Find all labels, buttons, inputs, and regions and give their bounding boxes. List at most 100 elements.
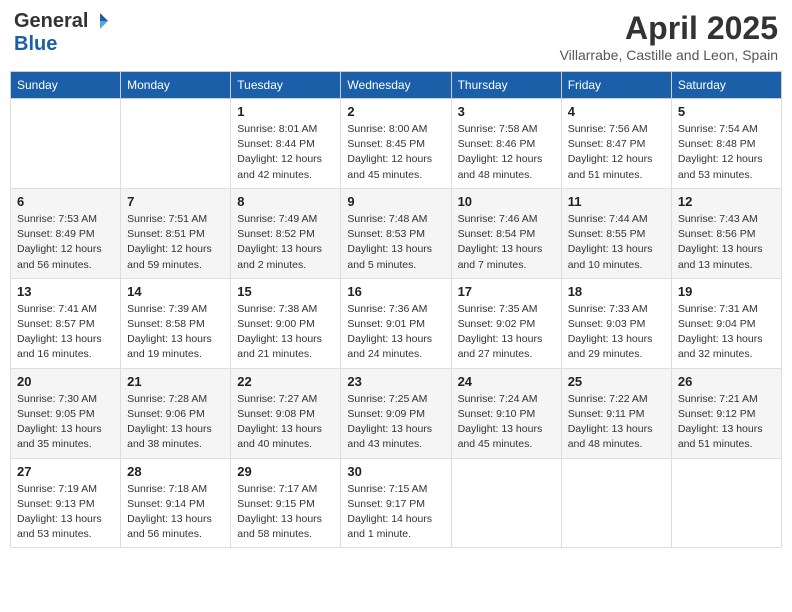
title-area: April 2025 Villarrabe, Castille and Leon… [560, 10, 778, 63]
day-number: 25 [568, 374, 665, 389]
day-info: Sunrise: 7:30 AMSunset: 9:05 PMDaylight:… [17, 392, 114, 453]
logo-icon [90, 11, 110, 31]
day-number: 29 [237, 464, 334, 479]
day-info: Sunrise: 7:51 AMSunset: 8:51 PMDaylight:… [127, 212, 224, 273]
day-number: 3 [458, 104, 555, 119]
day-info: Sunrise: 7:53 AMSunset: 8:49 PMDaylight:… [17, 212, 114, 273]
day-cell [451, 458, 561, 548]
day-cell: 5Sunrise: 7:54 AMSunset: 8:48 PMDaylight… [671, 99, 781, 189]
week-row-5: 27 Sunrise: 7:19 AMSunset: 9:13 PMDayligh… [11, 458, 782, 548]
day-cell: 18Sunrise: 7:33 AMSunset: 9:03 PMDayligh… [561, 278, 671, 368]
weekday-header-row: SundayMondayTuesdayWednesdayThursdayFrid… [11, 72, 782, 99]
day-info: Sunrise: 7:19 AMSunset: 9:13 PMDaylight:… [17, 482, 114, 543]
week-row-2: 6 Sunrise: 7:53 AMSunset: 8:49 PMDaylight… [11, 188, 782, 278]
header: General Blue April 2025 Villarrabe, Cast… [10, 10, 782, 63]
day-number: 21 [127, 374, 224, 389]
day-cell: 13 Sunrise: 7:41 AMSunset: 8:57 PMDayligh… [11, 278, 121, 368]
day-number: 22 [237, 374, 334, 389]
week-row-1: 1 Sunrise: 8:01 AMSunset: 8:44 PMDaylight… [11, 99, 782, 189]
day-info: Sunrise: 7:38 AMSunset: 9:00 PMDaylight:… [237, 302, 334, 363]
month-title: April 2025 [560, 10, 778, 47]
weekday-header-saturday: Saturday [671, 72, 781, 99]
day-info: Sunrise: 7:41 AMSunset: 8:57 PMDaylight:… [17, 302, 114, 363]
day-cell: 24 Sunrise: 7:24 AMSunset: 9:10 PMDayligh… [451, 368, 561, 458]
weekday-header-tuesday: Tuesday [231, 72, 341, 99]
day-cell: 14Sunrise: 7:39 AMSunset: 8:58 PMDayligh… [121, 278, 231, 368]
weekday-header-thursday: Thursday [451, 72, 561, 99]
day-info: Sunrise: 7:31 AMSunset: 9:04 PMDaylight:… [678, 302, 775, 363]
day-cell: 11 Sunrise: 7:44 AMSunset: 8:55 PMDayligh… [561, 188, 671, 278]
day-cell: 22Sunrise: 7:27 AMSunset: 9:08 PMDayligh… [231, 368, 341, 458]
day-cell: 29 Sunrise: 7:17 AMSunset: 9:15 PMDayligh… [231, 458, 341, 548]
day-number: 13 [17, 284, 114, 299]
day-cell: 10 Sunrise: 7:46 AMSunset: 8:54 PMDayligh… [451, 188, 561, 278]
week-row-3: 13 Sunrise: 7:41 AMSunset: 8:57 PMDayligh… [11, 278, 782, 368]
day-number: 11 [568, 194, 665, 209]
day-number: 1 [237, 104, 334, 119]
day-cell: 30 Sunrise: 7:15 AMSunset: 9:17 PMDayligh… [341, 458, 451, 548]
day-number: 16 [347, 284, 444, 299]
day-info: Sunrise: 7:54 AMSunset: 8:48 PMDaylight:… [678, 122, 775, 183]
day-number: 23 [347, 374, 444, 389]
day-cell [11, 99, 121, 189]
day-number: 14 [127, 284, 224, 299]
weekday-header-wednesday: Wednesday [341, 72, 451, 99]
day-info: Sunrise: 7:24 AMSunset: 9:10 PMDaylight:… [458, 392, 555, 453]
day-number: 26 [678, 374, 775, 389]
logo-blue: Blue [14, 33, 57, 56]
day-info: Sunrise: 7:58 AMSunset: 8:46 PMDaylight:… [458, 122, 555, 183]
day-cell: 23Sunrise: 7:25 AMSunset: 9:09 PMDayligh… [341, 368, 451, 458]
day-info: Sunrise: 8:00 AMSunset: 8:45 PMDaylight:… [347, 122, 444, 183]
day-cell: 28 Sunrise: 7:18 AMSunset: 9:14 PMDayligh… [121, 458, 231, 548]
day-cell [121, 99, 231, 189]
day-cell: 12 Sunrise: 7:43 AMSunset: 8:56 PMDayligh… [671, 188, 781, 278]
day-cell: 26 Sunrise: 7:21 AMSunset: 9:12 PMDayligh… [671, 368, 781, 458]
day-number: 28 [127, 464, 224, 479]
logo: General Blue [14, 10, 110, 56]
day-cell: 17 Sunrise: 7:35 AMSunset: 9:02 PMDayligh… [451, 278, 561, 368]
day-info: Sunrise: 7:15 AMSunset: 9:17 PMDaylight:… [347, 482, 444, 543]
week-row-4: 20Sunrise: 7:30 AMSunset: 9:05 PMDayligh… [11, 368, 782, 458]
day-info: Sunrise: 7:28 AMSunset: 9:06 PMDaylight:… [127, 392, 224, 453]
day-number: 10 [458, 194, 555, 209]
day-number: 9 [347, 194, 444, 209]
day-number: 8 [237, 194, 334, 209]
day-number: 17 [458, 284, 555, 299]
day-info: Sunrise: 7:35 AMSunset: 9:02 PMDaylight:… [458, 302, 555, 363]
location-title: Villarrabe, Castille and Leon, Spain [560, 47, 778, 63]
day-cell: 4 Sunrise: 7:56 AMSunset: 8:47 PMDaylight… [561, 99, 671, 189]
day-number: 24 [458, 374, 555, 389]
day-cell: 25 Sunrise: 7:22 AMSunset: 9:11 PMDayligh… [561, 368, 671, 458]
day-info: Sunrise: 7:43 AMSunset: 8:56 PMDaylight:… [678, 212, 775, 273]
day-cell: 16 Sunrise: 7:36 AMSunset: 9:01 PMDayligh… [341, 278, 451, 368]
weekday-header-monday: Monday [121, 72, 231, 99]
calendar-body: 1 Sunrise: 8:01 AMSunset: 8:44 PMDaylight… [11, 99, 782, 548]
day-number: 30 [347, 464, 444, 479]
day-cell: 20Sunrise: 7:30 AMSunset: 9:05 PMDayligh… [11, 368, 121, 458]
day-info: Sunrise: 7:44 AMSunset: 8:55 PMDaylight:… [568, 212, 665, 273]
day-number: 7 [127, 194, 224, 209]
day-cell: 2 Sunrise: 8:00 AMSunset: 8:45 PMDaylight… [341, 99, 451, 189]
day-info: Sunrise: 8:01 AMSunset: 8:44 PMDaylight:… [237, 122, 334, 183]
day-cell: 21 Sunrise: 7:28 AMSunset: 9:06 PMDayligh… [121, 368, 231, 458]
day-info: Sunrise: 7:22 AMSunset: 9:11 PMDaylight:… [568, 392, 665, 453]
day-info: Sunrise: 7:36 AMSunset: 9:01 PMDaylight:… [347, 302, 444, 363]
day-cell: 6 Sunrise: 7:53 AMSunset: 8:49 PMDaylight… [11, 188, 121, 278]
day-number: 12 [678, 194, 775, 209]
day-info: Sunrise: 7:56 AMSunset: 8:47 PMDaylight:… [568, 122, 665, 183]
day-info: Sunrise: 7:46 AMSunset: 8:54 PMDaylight:… [458, 212, 555, 273]
day-cell: 27 Sunrise: 7:19 AMSunset: 9:13 PMDayligh… [11, 458, 121, 548]
day-info: Sunrise: 7:48 AMSunset: 8:53 PMDaylight:… [347, 212, 444, 273]
weekday-header-friday: Friday [561, 72, 671, 99]
day-number: 6 [17, 194, 114, 209]
day-cell: 7 Sunrise: 7:51 AMSunset: 8:51 PMDaylight… [121, 188, 231, 278]
day-number: 15 [237, 284, 334, 299]
day-cell: 3 Sunrise: 7:58 AMSunset: 8:46 PMDaylight… [451, 99, 561, 189]
day-number: 4 [568, 104, 665, 119]
day-cell: 19Sunrise: 7:31 AMSunset: 9:04 PMDayligh… [671, 278, 781, 368]
day-number: 27 [17, 464, 114, 479]
day-number: 2 [347, 104, 444, 119]
day-info: Sunrise: 7:17 AMSunset: 9:15 PMDaylight:… [237, 482, 334, 543]
day-info: Sunrise: 7:21 AMSunset: 9:12 PMDaylight:… [678, 392, 775, 453]
day-info: Sunrise: 7:18 AMSunset: 9:14 PMDaylight:… [127, 482, 224, 543]
